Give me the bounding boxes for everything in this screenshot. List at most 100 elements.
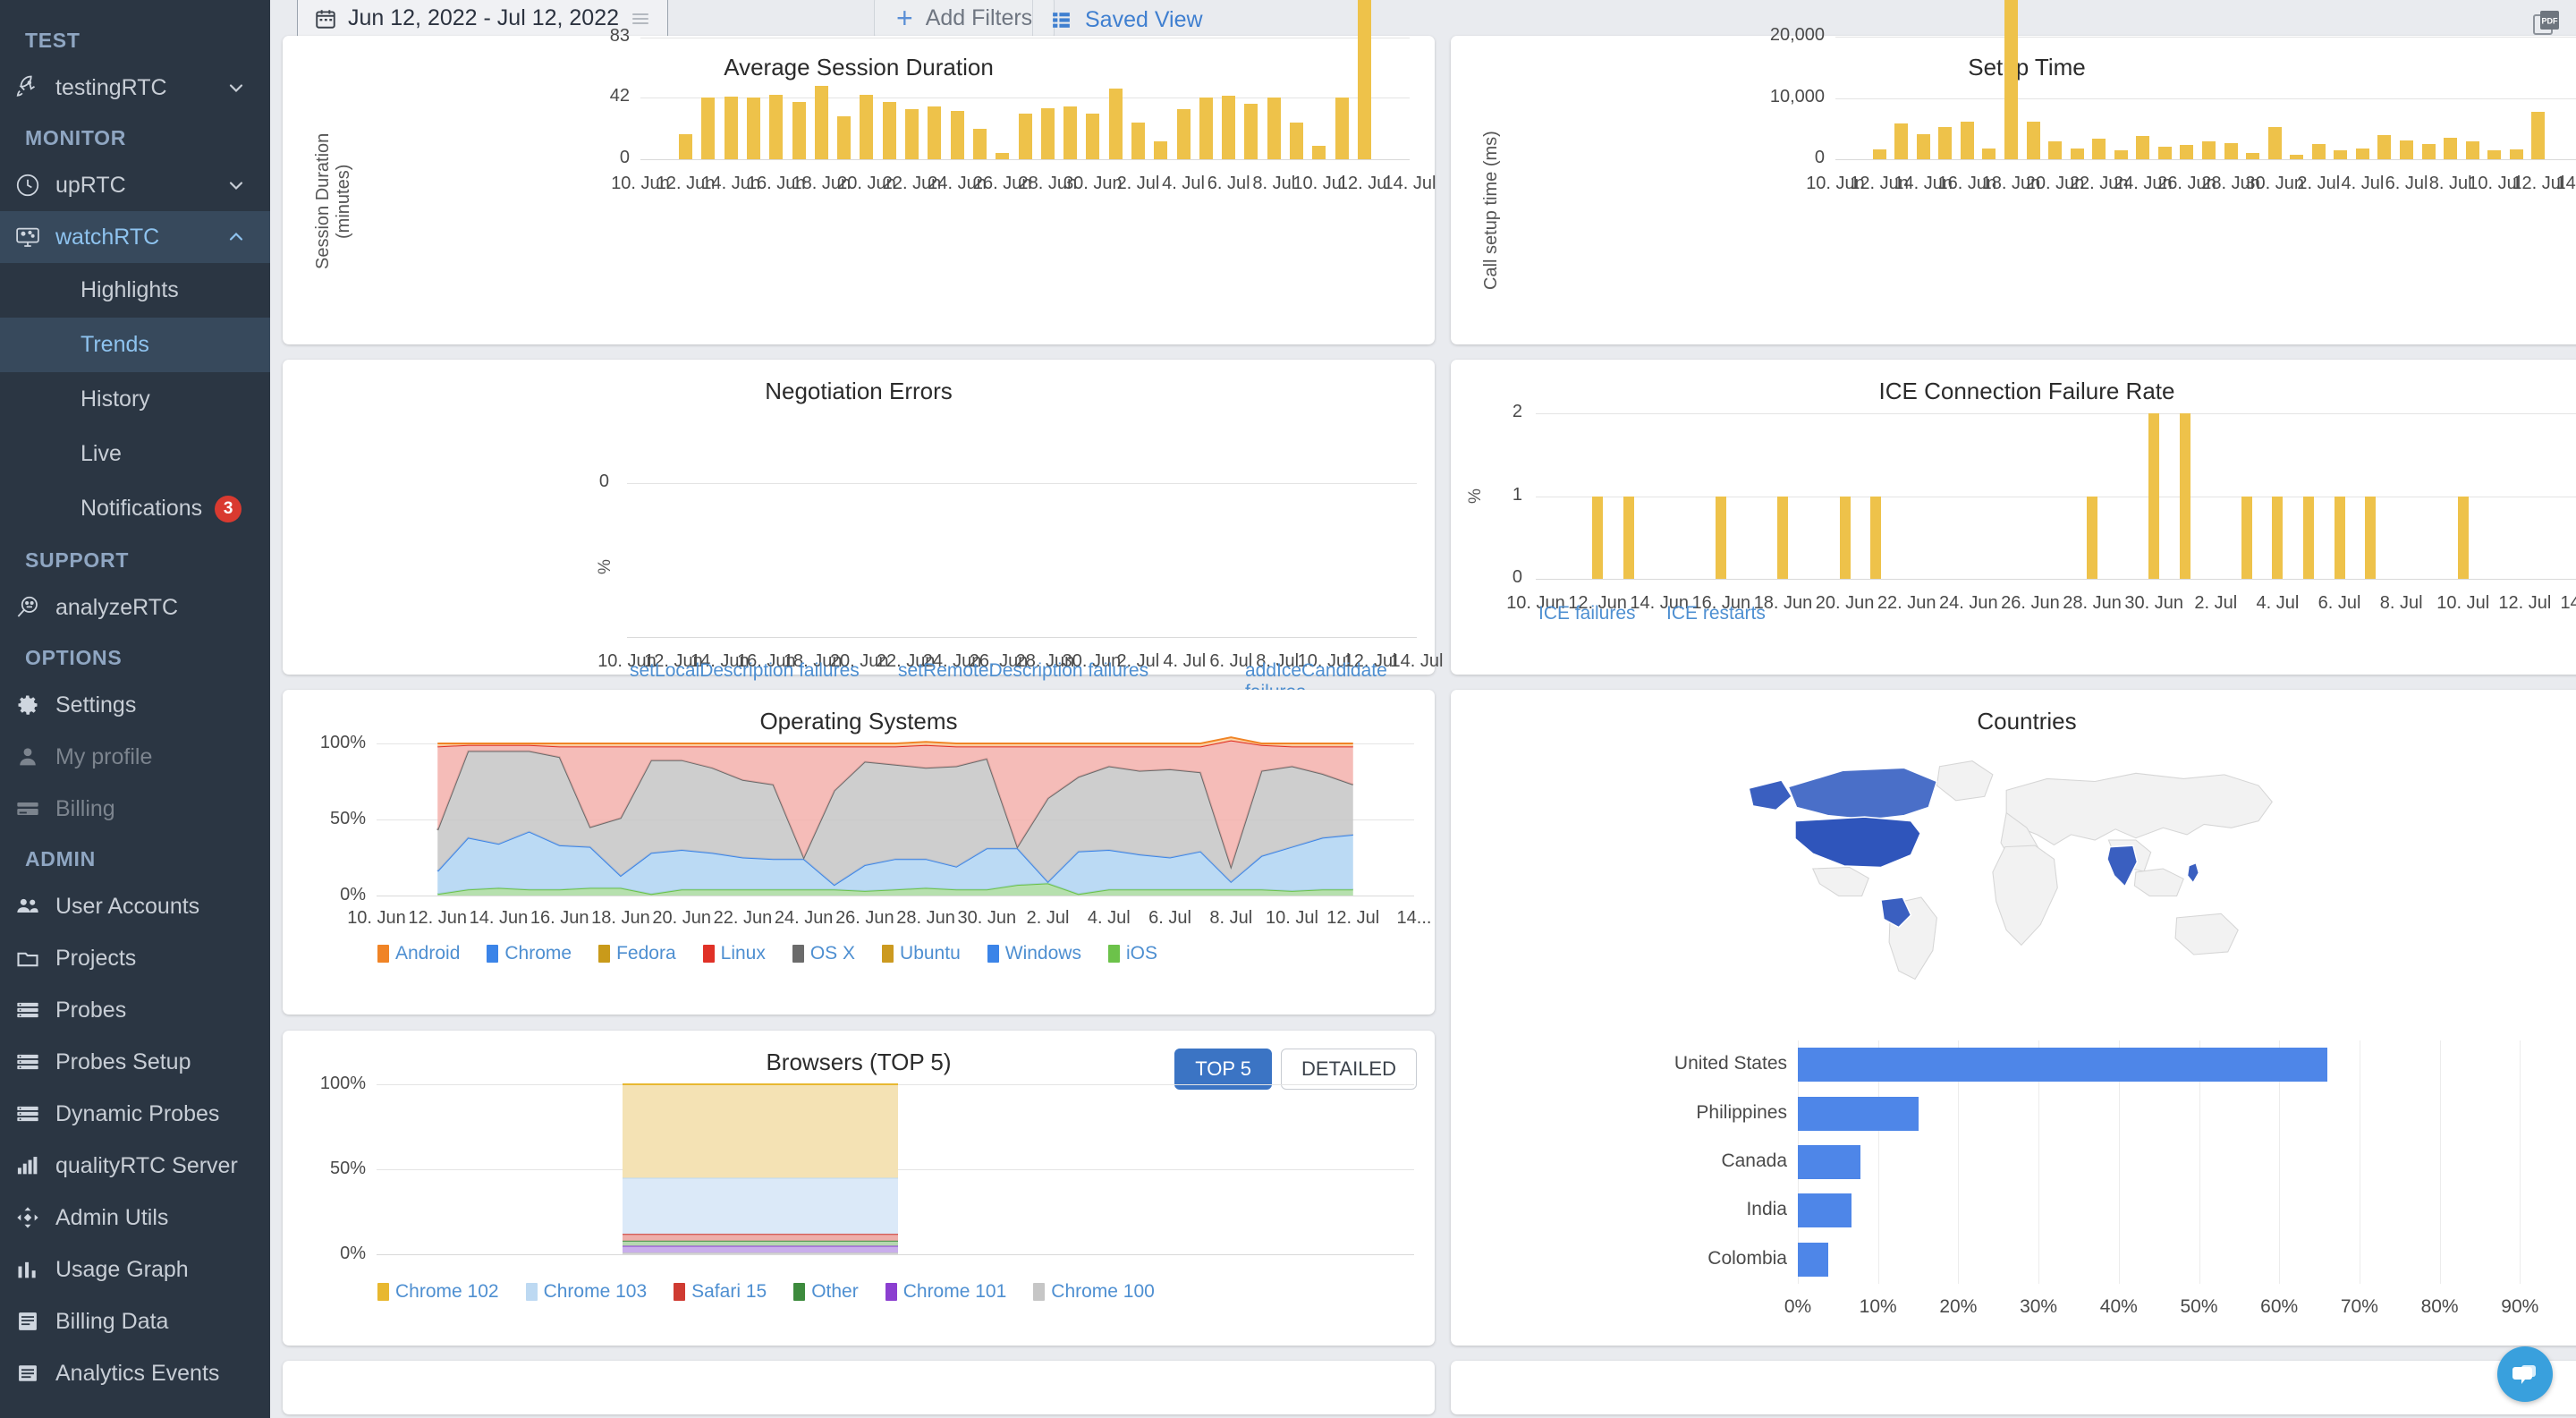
chart-bar: [1222, 96, 1235, 159]
sidebar-subitem-highlights[interactable]: Highlights: [0, 263, 270, 318]
x-axis-line: [627, 637, 1417, 638]
legend-swatch: [487, 945, 498, 963]
x-axis-tick: 90%: [2488, 1296, 2551, 1318]
x-axis-tick: 40%: [2088, 1296, 2150, 1318]
chart-plot-area: 010,00020,00030,00010. Jun12. Jun14. Jun…: [1451, 36, 2576, 344]
legend-item-chrome-101[interactable]: Chrome 101: [886, 1281, 1007, 1303]
legend-swatch: [674, 1283, 685, 1301]
legend-item-other[interactable]: Other: [793, 1281, 859, 1303]
sidebar-item-uprtc[interactable]: upRTC: [0, 159, 270, 211]
chart-plot-area: 012%10. Jun12. Jun14. Jun16. Jun18. Jun2…: [1451, 360, 2576, 675]
chart-bar: [2487, 150, 2501, 159]
sidebar-item-label: Billing: [55, 796, 254, 822]
sidebar-item-admin-utils[interactable]: Admin Utils: [0, 1192, 270, 1244]
x-axis-tick: 8. Jul: [2366, 593, 2437, 614]
legend-swatch: [987, 945, 999, 963]
x-axis-line: [640, 159, 1410, 160]
chart-bar: [1961, 122, 1974, 159]
list-icon: [0, 1361, 55, 1386]
country-bar: [1798, 1145, 1860, 1179]
legend-item-os-x[interactable]: OS X: [792, 943, 855, 964]
chevron-down-icon[interactable]: [218, 77, 254, 98]
sidebar-item-testingrtc[interactable]: testingRTC: [0, 62, 270, 114]
chart-bar: [2377, 135, 2391, 159]
list-lines-icon[interactable]: [630, 8, 651, 30]
country-label: India: [1583, 1199, 1787, 1220]
x-axis-tick: 10%: [1847, 1296, 1910, 1318]
chevron-up-icon[interactable]: [218, 226, 254, 248]
dashboard-grid: Average Session Duration Session Duratio…: [270, 36, 2576, 1418]
card-ice-connection-failure-rate: ICE Connection Failure Rate % 012%10. Ju…: [1451, 360, 2576, 675]
x-axis-tick: 100%: [2569, 1296, 2576, 1318]
x-axis-line: [377, 1254, 1414, 1255]
sidebar-item-probes-setup[interactable]: Probes Setup: [0, 1036, 270, 1088]
x-axis-tick: 30. Jun: [2118, 593, 2190, 614]
legend-item-android[interactable]: Android: [377, 943, 460, 964]
saved-view-button[interactable]: Saved View: [1050, 7, 1203, 33]
legend-swatch: [1108, 945, 1120, 963]
chart-bar: [2180, 145, 2193, 159]
legend-item-chrome-102[interactable]: Chrome 102: [377, 1281, 499, 1303]
country-bar: [1798, 1243, 1828, 1277]
legend-item-ubuntu[interactable]: Ubuntu: [882, 943, 961, 964]
x-axis-tick: 24. Jun: [1933, 593, 2004, 614]
chart-bar: [701, 98, 715, 159]
sidebar-item-dynamic-probes[interactable]: Dynamic Probes: [0, 1088, 270, 1140]
sidebar-item-projects[interactable]: Projects: [0, 932, 270, 984]
x-axis-tick: 12. Jul: [2489, 593, 2561, 614]
legend-item-ios[interactable]: iOS: [1108, 943, 1157, 964]
sidebar-item-my-profile[interactable]: My profile: [0, 731, 270, 783]
sidebar-subitem-live[interactable]: Live: [0, 427, 270, 481]
sidebar-subitem-history[interactable]: History: [0, 372, 270, 427]
legend-label: Windows: [1005, 943, 1081, 964]
legend-label: Safari 15: [691, 1281, 767, 1303]
legend-item-safari-15[interactable]: Safari 15: [674, 1281, 767, 1303]
legend-item-chrome-100[interactable]: Chrome 100: [1033, 1281, 1155, 1303]
legend-item-fedora[interactable]: Fedora: [598, 943, 676, 964]
pdf-export-icon[interactable]: PDF: [2531, 7, 2562, 38]
x-axis-tick: 22. Jun: [1871, 593, 1943, 614]
chart-bar: [1873, 149, 1886, 159]
gear-icon: [0, 692, 55, 717]
chart-bar: [1716, 497, 1726, 580]
sidebar-item-watchrtc[interactable]: watchRTC: [0, 211, 270, 263]
sidebar-subitem-label: History: [80, 386, 150, 412]
chart-bar: [1041, 108, 1055, 159]
legend-item-windows[interactable]: Windows: [987, 943, 1081, 964]
chart-bar: [2466, 141, 2479, 159]
sidebar-subitem-notifications[interactable]: Notifications3: [0, 481, 270, 536]
country-label: Philippines: [1583, 1102, 1787, 1124]
y-axis-tick: 2: [1487, 402, 1522, 422]
legend-swatch: [1033, 1283, 1045, 1301]
chart-bar: [2092, 139, 2106, 159]
sidebar-item-probes[interactable]: Probes: [0, 984, 270, 1036]
legend-item-chrome-103[interactable]: Chrome 103: [526, 1281, 648, 1303]
chart-plot-area: 010. Jun12. Jun14. Jun16. Jun18. Jun20. …: [283, 360, 1435, 675]
legend-link-setremotedescription-failures[interactable]: setRemoteDescription failures: [898, 660, 1148, 682]
legend-swatch: [377, 1283, 389, 1301]
sidebar-item-label: Probes Setup: [55, 1049, 254, 1075]
sidebar-subitem-trends[interactable]: Trends: [0, 318, 270, 372]
y-axis-tick: 10,000: [1746, 87, 1825, 107]
sidebar-item-analyzertc[interactable]: analyzeRTC: [0, 582, 270, 633]
sidebar-item-qualityrtc-server[interactable]: qualityRTC Server: [0, 1140, 270, 1192]
world-map[interactable]: [1451, 726, 2576, 1012]
legend-link-setlocaldescription-failures[interactable]: setLocalDescription failures: [630, 660, 860, 682]
legend-item-linux[interactable]: Linux: [703, 943, 766, 964]
sidebar-item-usage-graph[interactable]: Usage Graph: [0, 1244, 270, 1295]
sidebar-item-label: My profile: [55, 744, 254, 770]
chevron-down-icon[interactable]: [218, 174, 254, 196]
legend-link-ice-failures[interactable]: ICE failures: [1538, 603, 1636, 624]
y-axis-tick: 0: [1746, 148, 1825, 168]
sidebar-item-billing[interactable]: Billing: [0, 783, 270, 835]
legend-link-ice-restarts[interactable]: ICE restarts: [1666, 603, 1766, 624]
sidebar-item-user-accounts[interactable]: User Accounts: [0, 880, 270, 932]
country-label: Canada: [1583, 1151, 1787, 1172]
chat-bubble-icon[interactable]: [2497, 1346, 2553, 1402]
legend-item-chrome[interactable]: Chrome: [487, 943, 572, 964]
sidebar-item-settings[interactable]: Settings: [0, 679, 270, 731]
sidebar-item-label: Analytics Events: [55, 1361, 254, 1387]
sidebar-item-analytics-events[interactable]: Analytics Events: [0, 1347, 270, 1399]
sidebar-item-billing-data[interactable]: Billing Data: [0, 1295, 270, 1347]
chart-bar: [883, 102, 896, 159]
